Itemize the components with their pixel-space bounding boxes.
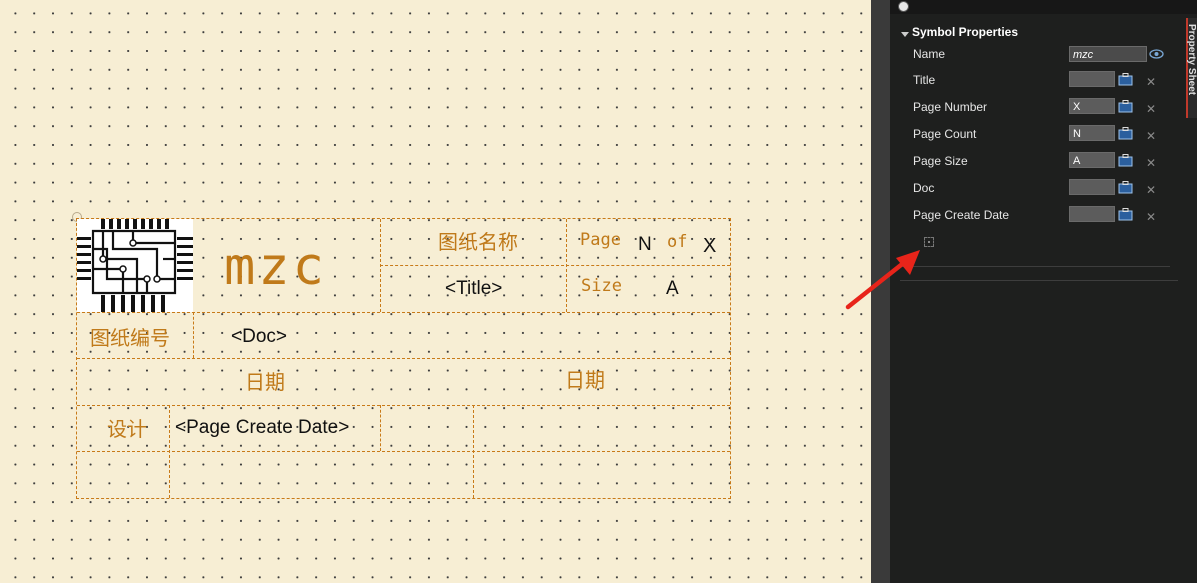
clipboard-icon[interactable] (1118, 100, 1133, 113)
prop-label-page-count: Page Count (913, 127, 977, 141)
grid-line (566, 219, 567, 312)
property-sheet-tab-label: Property Sheet (1186, 24, 1197, 96)
page-size-input[interactable]: A (1069, 152, 1115, 168)
grid-line (77, 451, 730, 452)
grid-line (473, 405, 474, 498)
clipboard-icon[interactable] (1118, 154, 1133, 167)
doc-input[interactable] (1069, 179, 1115, 195)
close-icon[interactable]: ✕ (1146, 130, 1156, 142)
page-create-date-field[interactable]: <Page Create Date> (175, 418, 349, 437)
title-input[interactable] (1069, 71, 1115, 87)
name-input[interactable]: mzc (1069, 46, 1147, 62)
doc-field[interactable]: <Doc> (231, 327, 287, 346)
chip-logo (77, 219, 193, 312)
of-label: of (667, 232, 688, 252)
page-count-input[interactable]: N (1069, 125, 1115, 141)
symbol-properties-header[interactable]: Symbol Properties (912, 25, 1018, 39)
panel-separator (900, 280, 1178, 281)
grid-line (169, 405, 170, 498)
page-label: Page (580, 230, 621, 250)
page-number-input[interactable]: X (1069, 98, 1115, 114)
grid-line (77, 358, 730, 359)
title-field[interactable]: <Title> (445, 279, 502, 298)
pin-icon[interactable] (898, 1, 909, 12)
prop-label-page-size: Page Size (913, 154, 968, 168)
close-icon[interactable]: ✕ (1146, 211, 1156, 223)
panel-toolbar (890, 0, 1197, 14)
clipboard-icon[interactable] (1118, 127, 1133, 140)
prop-label-doc: Doc (913, 181, 935, 195)
grid-line (380, 265, 730, 266)
collapse-triangle-icon[interactable] (901, 32, 909, 37)
grid-line (380, 405, 381, 451)
page-create-date-input[interactable] (1069, 206, 1115, 222)
prop-label-name: Name (913, 47, 946, 61)
grid-line (77, 405, 730, 406)
close-icon[interactable]: ✕ (1146, 76, 1156, 88)
close-icon[interactable]: ✕ (1146, 157, 1156, 169)
clipboard-icon[interactable] (1118, 208, 1133, 221)
page-number-value[interactable]: N (638, 235, 652, 254)
schematic-canvas[interactable]: mzc 图纸名称 Page N of X <Title> Size A 图纸编号… (0, 0, 871, 583)
close-icon[interactable]: ✕ (1146, 184, 1156, 196)
page-count-value[interactable]: X (703, 236, 716, 256)
prop-label-title: Title (913, 73, 936, 87)
prop-label-page-create-date: Page Create Date (913, 208, 1010, 222)
date-label: 日期 (245, 372, 285, 394)
grid-line (380, 219, 381, 312)
property-panel: Symbol Properties Name mzc Title ✕ Page … (890, 0, 1197, 583)
clipboard-icon[interactable] (1118, 181, 1133, 194)
size-value[interactable]: A (666, 279, 679, 298)
design-label: 设计 (107, 419, 147, 441)
company-name[interactable]: mzc (224, 241, 327, 293)
date-label: 日期 (565, 370, 605, 392)
grid-line (77, 312, 730, 313)
panel-separator (900, 266, 1170, 267)
eye-icon[interactable] (1149, 49, 1164, 59)
clipboard-icon[interactable] (1118, 73, 1133, 86)
property-sheet-tab[interactable]: Property Sheet (1186, 18, 1197, 118)
grid-line (193, 312, 194, 358)
red-arrow (845, 250, 920, 310)
size-label: Size (581, 276, 622, 296)
prop-label-page-number: Page Number (913, 100, 988, 114)
drawing-name-label: 图纸名称 (438, 232, 518, 254)
close-icon[interactable]: ✕ (1146, 103, 1156, 115)
drawing-number-label: 图纸编号 (90, 328, 170, 350)
